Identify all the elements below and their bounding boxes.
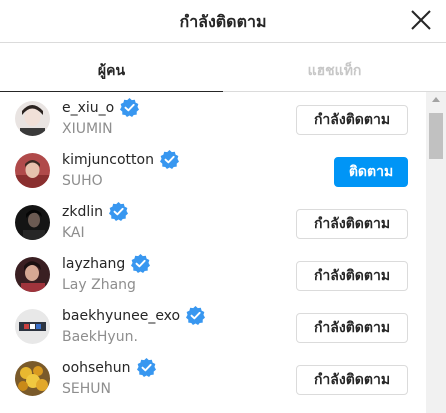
avatar[interactable]	[15, 309, 50, 344]
scroll-up-arrow-icon[interactable]	[432, 97, 440, 102]
close-icon[interactable]	[410, 9, 432, 31]
username-row: zkdlin	[62, 202, 128, 221]
full-name: SEHUN	[62, 381, 111, 397]
list-item: oohsehun SEHUN กำลังติดตาม	[0, 352, 426, 404]
username-row: layzhang	[62, 254, 151, 273]
list-item: zkdlin KAI กำลังติดตาม	[0, 196, 426, 248]
username-row: baekhyunee_exo	[62, 306, 206, 325]
verified-badge-icon	[109, 202, 128, 221]
following-button[interactable]: กำลังติดตาม	[296, 261, 408, 291]
full-name: SUHO	[62, 173, 103, 189]
list-item: layzhang Lay Zhang กำลังติดตาม	[0, 248, 426, 300]
verified-badge-icon	[131, 254, 151, 273]
list-item: e_xiu_o XIUMIN กำลังติดตาม	[0, 92, 426, 144]
verified-badge-icon	[186, 306, 206, 325]
avatar[interactable]	[15, 257, 50, 292]
avatar[interactable]	[15, 153, 50, 188]
following-button[interactable]: กำลังติดตาม	[296, 209, 408, 239]
following-button[interactable]: กำลังติดตาม	[296, 365, 408, 395]
scrollbar[interactable]	[426, 92, 446, 413]
tab-people[interactable]: ผู้คน	[0, 43, 223, 92]
username[interactable]: layzhang	[62, 256, 125, 272]
scrollbar-thumb[interactable]	[429, 113, 443, 159]
avatar[interactable]	[15, 205, 50, 240]
avatar[interactable]	[15, 101, 50, 136]
username[interactable]: baekhyunee_exo	[62, 308, 180, 324]
avatar[interactable]	[15, 361, 50, 396]
username[interactable]: oohsehun	[62, 360, 131, 376]
follow-button[interactable]: ติดตาม	[334, 157, 408, 187]
following-button[interactable]: กำลังติดตาม	[296, 313, 408, 343]
dialog-title: กำลังติดตาม	[179, 12, 267, 31]
following-list: e_xiu_o XIUMIN กำลังติดตาม kimjuncotton …	[0, 92, 426, 413]
full-name: XIUMIN	[62, 121, 113, 137]
username[interactable]: e_xiu_o	[62, 100, 114, 116]
username-row: oohsehun	[62, 358, 156, 377]
following-button[interactable]: กำลังติดตาม	[296, 105, 408, 135]
verified-badge-icon	[136, 358, 156, 377]
tab-bar: ผู้คน แฮชแท็ก	[0, 43, 446, 92]
username-row: e_xiu_o	[62, 98, 140, 117]
username[interactable]: kimjuncotton	[62, 152, 154, 168]
username-row: kimjuncotton	[62, 150, 179, 169]
dialog-header: กำลังติดตาม	[0, 0, 446, 43]
list-item: baekhyunee_exo BaekHyun. กำลังติดตาม	[0, 300, 426, 352]
tab-hashtags[interactable]: แฮชแท็ก	[223, 43, 446, 92]
full-name: BaekHyun.	[62, 329, 138, 345]
full-name: KAI	[62, 225, 85, 241]
list-item: kimjuncotton SUHO ติดตาม	[0, 144, 426, 196]
full-name: Lay Zhang	[62, 277, 136, 293]
verified-badge-icon	[159, 150, 179, 169]
username[interactable]: zkdlin	[62, 204, 103, 220]
verified-badge-icon	[120, 98, 140, 117]
